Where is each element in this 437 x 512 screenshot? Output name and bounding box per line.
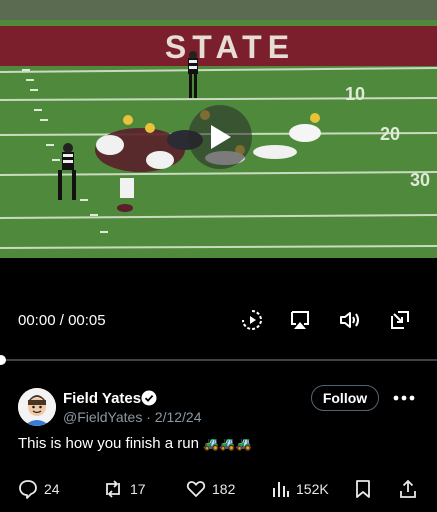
reply-count: 24 (44, 481, 60, 497)
repost-count: 17 (130, 481, 146, 497)
date-separator: · (142, 409, 155, 425)
views-chart-icon (273, 482, 289, 497)
repost-button[interactable]: 17 (102, 478, 146, 500)
tweet-text: This is how you finish a run 🚜🚜🚜 (18, 435, 252, 452)
tweet-emoji: 🚜🚜🚜 (203, 436, 252, 451)
like-count: 182 (212, 481, 236, 497)
avatar[interactable] (18, 388, 56, 426)
current-time: 00:00 (18, 312, 56, 329)
airplay-button[interactable] (288, 308, 312, 332)
video-controls: 00:00 / 00:05 (0, 258, 437, 368)
progress-scrubber[interactable] (0, 355, 6, 365)
yard-number: 20 (380, 124, 400, 144)
pop-out-icon (391, 311, 409, 329)
tweet-body: This is how you finish a run (18, 435, 199, 452)
reply-button[interactable]: 24 (18, 478, 60, 500)
share-icon (400, 479, 416, 498)
reply-icon (19, 480, 37, 499)
progress-bar[interactable] (0, 359, 437, 361)
time-separator: / (55, 312, 69, 329)
video-player[interactable]: STATE 10 20 30 (0, 0, 437, 258)
play-icon (211, 125, 231, 149)
airplay-icon (291, 311, 309, 329)
verified-badge-icon (141, 390, 157, 406)
speaker-icon (340, 312, 359, 328)
avatar-face-icon (18, 388, 56, 426)
tweet-actions: 24 17 182 152K (0, 476, 437, 504)
play-button[interactable] (188, 105, 252, 169)
playback-speed-icon (242, 310, 262, 330)
author-name[interactable]: Field Yates (63, 390, 141, 407)
duration: 00:05 (68, 312, 106, 329)
tweet-header: Field Yates @FieldYates · 2/12/24 Follow (0, 380, 437, 440)
time-display: 00:00 / 00:05 (18, 312, 106, 329)
replay-button[interactable] (240, 308, 264, 332)
follow-button[interactable]: Follow (311, 385, 379, 411)
post-date[interactable]: 2/12/24 (155, 409, 202, 425)
heart-icon (186, 481, 206, 497)
bookmark-icon (356, 480, 370, 498)
yard-number: 30 (410, 170, 430, 190)
more-options-icon[interactable] (392, 388, 416, 408)
view-count: 152K (296, 481, 329, 497)
volume-button[interactable] (338, 308, 362, 332)
fullscreen-button[interactable] (388, 308, 412, 332)
share-button[interactable] (398, 478, 424, 500)
yard-number: 10 (345, 84, 365, 104)
like-button[interactable]: 182 (186, 478, 235, 500)
repost-icon (106, 480, 120, 498)
views-button[interactable]: 152K (270, 478, 329, 500)
author-handle-and-date: @FieldYates · 2/12/24 (63, 409, 202, 425)
bookmark-button[interactable] (354, 478, 378, 500)
author-handle[interactable]: @FieldYates (63, 409, 142, 425)
banner-text: STATE (165, 29, 295, 65)
